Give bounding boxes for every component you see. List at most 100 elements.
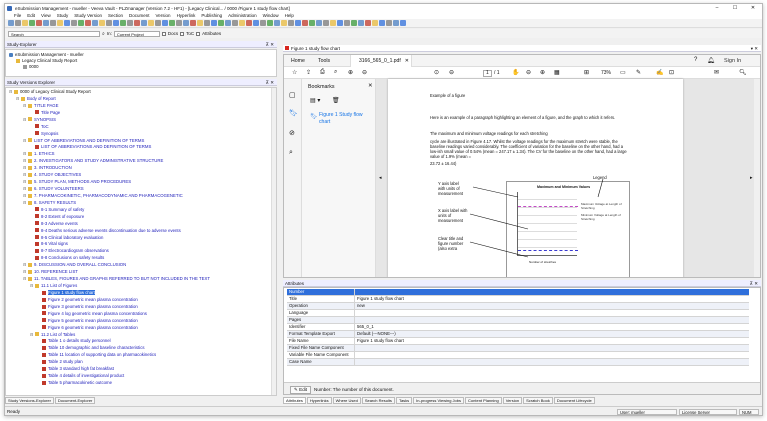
menu-administration[interactable]: Administration bbox=[225, 13, 260, 18]
tab-tasks[interactable]: Tasks bbox=[395, 396, 413, 404]
attribute-row[interactable]: Identifier 565_0_1 bbox=[287, 324, 749, 331]
acrobat-tool-icon[interactable]: 🔍︎ bbox=[739, 69, 747, 76]
tree-node[interactable]: ⊟ 6. STUDY VOLUNTEERS bbox=[23, 186, 84, 191]
attribute-value[interactable]: new bbox=[355, 303, 749, 309]
toolbar-tool-icon[interactable] bbox=[50, 20, 56, 26]
attribute-row[interactable]: Number bbox=[287, 289, 749, 296]
bookmark-icon[interactable]: 🔖︎ bbox=[289, 109, 298, 117]
menu-edit[interactable]: Edit bbox=[24, 13, 38, 18]
toolbar-tool-icon[interactable] bbox=[379, 20, 385, 26]
toolbar-tool-icon[interactable] bbox=[190, 20, 196, 26]
toolbar-tool-icon[interactable] bbox=[99, 20, 105, 26]
expander-icon[interactable]: ⊟ bbox=[23, 200, 27, 205]
bookmark-options-icon[interactable]: ▤ ▾ bbox=[310, 97, 320, 104]
toolbar-tool-icon[interactable] bbox=[218, 20, 224, 26]
attachment-icon[interactable]: ⊘ bbox=[289, 129, 295, 137]
menu-file[interactable]: File bbox=[11, 13, 24, 18]
toolbar-tool-icon[interactable] bbox=[148, 20, 154, 26]
acrobat-tool-icon[interactable]: ⊖ bbox=[526, 69, 531, 76]
tab-scratch-book[interactable]: Scratch Book bbox=[523, 396, 553, 404]
tree-node[interactable]: Figure 6 geometric mean plasma concentra… bbox=[37, 325, 138, 330]
expander-icon[interactable]: ⊟ bbox=[23, 103, 27, 108]
toolbar-tool-icon[interactable] bbox=[351, 20, 357, 26]
toolbar-tool-icon[interactable] bbox=[127, 20, 133, 26]
toolbar-tool-icon[interactable] bbox=[246, 20, 252, 26]
zoom-level[interactable]: 73% bbox=[601, 70, 611, 76]
toolbar-tool-icon[interactable] bbox=[106, 20, 112, 26]
toolbar-tool-icon[interactable] bbox=[302, 20, 308, 26]
tree-node[interactable]: ⊟ SYNOPSIS bbox=[23, 117, 56, 122]
tree-node[interactable]: ⊟ 10. REFERENCE LIST bbox=[23, 269, 78, 274]
attribute-value[interactable]: Default (---NONE---) bbox=[355, 331, 749, 337]
tree-node[interactable]: 8-7 Electrocardiogram observations bbox=[30, 248, 109, 253]
tree-node[interactable]: Figure 5 geometric mean plasma concentra… bbox=[37, 318, 138, 323]
attribute-value[interactable] bbox=[355, 310, 749, 316]
tree-node[interactable]: ⊟ 0000 of Legacy Clinical Study Report bbox=[9, 89, 91, 94]
toolbar-tool-icon[interactable] bbox=[169, 20, 175, 26]
acrobat-tool-icon[interactable]: ⊞ bbox=[584, 69, 589, 76]
expander-icon[interactable]: ⊟ bbox=[16, 96, 20, 101]
toolbar-tool-icon[interactable] bbox=[225, 20, 231, 26]
doc-window-close-icon[interactable]: ▾ ✕ bbox=[751, 45, 758, 51]
minimize-button[interactable]: – bbox=[708, 4, 726, 12]
toolbar-tool-icon[interactable] bbox=[78, 20, 84, 26]
attribute-row[interactable]: File Name Figure 1 study flow chart bbox=[287, 338, 749, 345]
attribute-row[interactable]: Format Template Export Default (---NONE--… bbox=[287, 331, 749, 338]
toolbar-tool-icon[interactable] bbox=[232, 20, 238, 26]
tree-node[interactable]: ToC bbox=[30, 124, 49, 129]
menu-view[interactable]: View bbox=[38, 13, 54, 18]
toolbar-tool-icon[interactable] bbox=[155, 20, 161, 26]
acrobat-tool-icon[interactable]: ⊕ bbox=[348, 69, 353, 76]
tree-node[interactable]: ⊟ 8. SAFETY RESULTS bbox=[23, 200, 76, 205]
tab-study-versions-explorer[interactable]: Study Versions-Explorer bbox=[5, 396, 54, 404]
bookmark-item[interactable]: Figure 1 Study flow chart bbox=[319, 112, 371, 125]
expander-icon[interactable]: ⊟ bbox=[23, 138, 27, 143]
toolbar-tool-icon[interactable] bbox=[344, 20, 350, 26]
tree-node[interactable]: 8-3 Adverse events bbox=[30, 221, 78, 226]
attributes-checkbox[interactable] bbox=[196, 31, 201, 36]
document-tab[interactable]: Figure 1 study flow chart bbox=[285, 45, 340, 51]
toolbar-tool-icon[interactable] bbox=[330, 20, 336, 26]
expander-icon[interactable]: ⊟ bbox=[23, 186, 27, 191]
attributes-pin-icon[interactable]: ⊼ ✕ bbox=[750, 280, 758, 286]
tree-node[interactable]: Table 3 standard high fat breakfast bbox=[37, 366, 114, 371]
menu-study-version[interactable]: Study Version bbox=[71, 13, 105, 18]
expander-icon[interactable]: ⊟ bbox=[30, 332, 34, 337]
project-select[interactable]: Current Project bbox=[113, 30, 160, 37]
expander-icon[interactable]: ⊟ bbox=[9, 89, 13, 94]
close-button[interactable]: ✕ bbox=[744, 4, 762, 12]
acrobat-tool-icon[interactable]: ⊖ bbox=[449, 69, 454, 76]
toolbar-tool-icon[interactable] bbox=[358, 20, 364, 26]
tree-node[interactable]: ⊟ 4. STUDY OBJECTIVES bbox=[23, 172, 81, 177]
tab-hyperlinks[interactable]: Hyperlinks bbox=[306, 396, 332, 404]
toolbar-tool-icon[interactable] bbox=[337, 20, 343, 26]
sign-in-link[interactable]: Sign In bbox=[724, 58, 741, 64]
page-prev-arrow[interactable]: ◂ bbox=[379, 175, 382, 181]
pin-icon[interactable]: ⊼ ✕ bbox=[266, 41, 274, 47]
search-input[interactable]: Search bbox=[8, 30, 100, 37]
bookmarks-close-icon[interactable]: ✕ bbox=[368, 83, 373, 89]
acrobat-tool-icon[interactable]: ⌕ bbox=[334, 69, 337, 76]
attribute-row[interactable]: Variable File Name Component bbox=[287, 352, 749, 359]
toolbar-tool-icon[interactable] bbox=[141, 20, 147, 26]
tree-node[interactable]: 8-6 Vital signs bbox=[30, 241, 68, 246]
tree-node[interactable]: LIST OF ABBREVIATIONS AND DEFINITION OF … bbox=[30, 144, 151, 149]
tab-document-lifecycle[interactable]: Document Lifecycle bbox=[553, 396, 595, 404]
expander-icon[interactable]: ⊟ bbox=[23, 269, 27, 274]
toolbar-tool-icon[interactable] bbox=[365, 20, 371, 26]
toolbar-tool-icon[interactable] bbox=[253, 20, 259, 26]
search-icon[interactable]: ⌕ bbox=[102, 31, 105, 37]
attribute-row[interactable]: Fixed File Name Component bbox=[287, 345, 749, 352]
acrobat-tool-icon[interactable]: ✋ bbox=[512, 69, 519, 76]
tree-node-version[interactable]: 0000 bbox=[23, 64, 39, 69]
tree-node[interactable]: Table 11 location of supporting data on … bbox=[37, 352, 156, 357]
tab-in-progress-viewing-jobs[interactable]: In-progress Viewing Jobs bbox=[413, 396, 465, 404]
toolbar-tool-icon[interactable] bbox=[8, 20, 14, 26]
acrobat-file-tab[interactable]: 3166_565_0_1.pdf ✕ bbox=[350, 55, 412, 67]
expander-icon[interactable]: ⊟ bbox=[23, 117, 27, 122]
pdf-scrollbar[interactable] bbox=[754, 79, 760, 277]
tree-node[interactable]: 8-8 Conclusions on safety results bbox=[30, 255, 104, 260]
attribute-row[interactable]: Title Figure 1 study flow chart bbox=[287, 296, 749, 303]
attribute-row[interactable]: Case Name bbox=[287, 359, 749, 366]
attribute-value[interactable] bbox=[355, 289, 749, 295]
